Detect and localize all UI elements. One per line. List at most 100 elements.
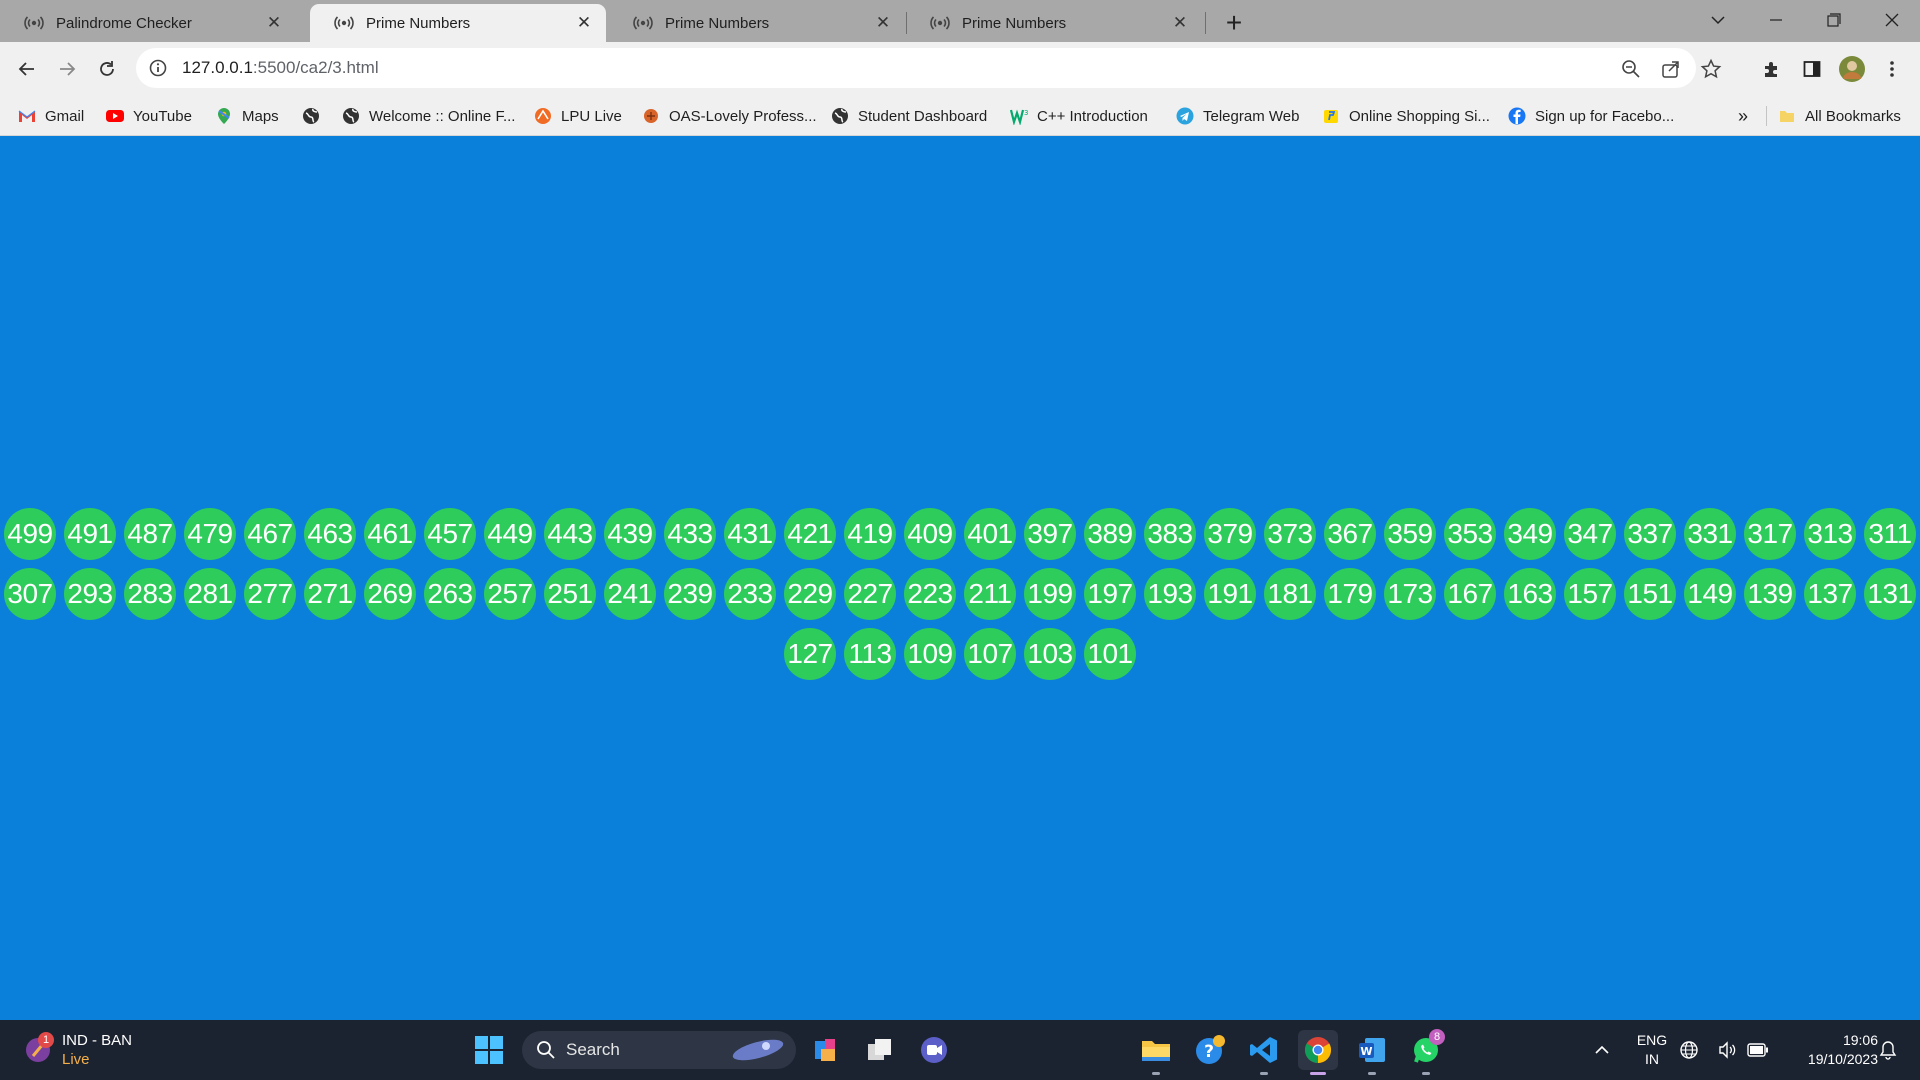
copilot-icon — [815, 1039, 835, 1061]
tab-prime-numbers[interactable]: Prime Numbers ✕ — [609, 4, 905, 42]
battery-icon — [1747, 1043, 1768, 1057]
prime-number-circle: 251 — [544, 568, 596, 620]
browser-menu-button[interactable] — [1876, 53, 1908, 85]
close-tab-icon[interactable]: ✕ — [264, 13, 284, 33]
bookmark-welcome-online[interactable]: Welcome :: Online F... — [342, 104, 515, 128]
side-panel-icon — [1803, 61, 1821, 77]
bookmark-label: C++ Introduction — [1037, 107, 1148, 125]
new-tab-button[interactable]: + — [1219, 7, 1249, 38]
side-panel-button[interactable] — [1796, 53, 1828, 85]
prime-number-circle: 167 — [1444, 568, 1496, 620]
all-bookmarks-button[interactable]: All Bookmarks — [1778, 104, 1901, 128]
input-language-indicator[interactable]: ENG IN — [1630, 1031, 1674, 1069]
prime-number-circle: 181 — [1264, 568, 1316, 620]
show-hidden-icons-button[interactable] — [1582, 1030, 1622, 1070]
prime-number-circle: 139 — [1744, 568, 1796, 620]
extensions-button[interactable] — [1756, 53, 1788, 85]
taskbar-whatsapp[interactable]: 8 — [1406, 1029, 1446, 1070]
tab-palindrome-checker[interactable]: Palindrome Checker ✕ — [0, 4, 296, 42]
bookmark-youtube[interactable]: YouTube — [106, 104, 192, 128]
facebook-icon — [1508, 107, 1526, 125]
prime-number-circle: 409 — [904, 508, 956, 560]
bookmarks-overflow-button[interactable]: » — [1738, 104, 1748, 128]
search-icon — [537, 1041, 555, 1059]
globe-icon — [832, 108, 848, 124]
prime-number-circle: 283 — [124, 568, 176, 620]
cricket-icon: 1 — [24, 1032, 54, 1064]
bookmark-telegram-web[interactable]: Telegram Web — [1176, 104, 1299, 128]
prime-number-circle: 281 — [184, 568, 236, 620]
tab-prime-numbers[interactable]: Prime Numbers ✕ — [906, 4, 1202, 42]
prime-number-circle: 107 — [964, 628, 1016, 680]
active-indicator — [1310, 1072, 1326, 1075]
prime-number-circle: 199 — [1024, 568, 1076, 620]
live-score-widget[interactable]: 1 IND - BAN Live — [24, 1030, 132, 1070]
prime-number-circle: 269 — [364, 568, 416, 620]
flipkart-icon — [1324, 110, 1338, 123]
prime-number-circle: 467 — [244, 508, 296, 560]
restore-button[interactable] — [1806, 0, 1862, 40]
taskbar-task-view[interactable] — [860, 1030, 900, 1070]
bookmark-oas-lpu[interactable]: OAS-Lovely Profess... — [642, 104, 817, 128]
prime-number-circle: 241 — [604, 568, 656, 620]
bookmark-cpp-introduction[interactable]: 3 C++ Introduction — [1010, 104, 1148, 128]
close-tab-icon[interactable]: ✕ — [873, 13, 893, 33]
help-icon: ? — [1196, 1035, 1225, 1064]
profile-avatar[interactable] — [1836, 53, 1868, 85]
taskbar-file-explorer[interactable] — [1136, 1030, 1176, 1070]
telegram-icon — [1176, 107, 1194, 125]
reload-button[interactable] — [91, 53, 123, 85]
volume-button[interactable] — [1716, 1030, 1738, 1070]
chevron-up-icon — [1595, 1045, 1609, 1054]
taskbar-teams-meet[interactable] — [914, 1030, 954, 1070]
bookmark-gmail[interactable]: Gmail — [18, 104, 84, 128]
prime-number-circle: 433 — [664, 508, 716, 560]
prime-number-circle: 317 — [1744, 508, 1796, 560]
battery-button[interactable] — [1746, 1030, 1770, 1070]
site-info-icon[interactable] — [148, 58, 168, 78]
bookmark-student-dashboard[interactable]: Student Dashboard — [831, 104, 987, 128]
tab-prime-numbers-active[interactable]: Prime Numbers ✕ — [310, 4, 606, 42]
taskbar-get-help[interactable]: ? — [1190, 1030, 1230, 1070]
bookmark-label: Sign up for Facebo... — [1535, 107, 1675, 125]
clock[interactable]: 19:06 19/10/2023 — [1782, 1031, 1878, 1069]
close-tab-icon[interactable]: ✕ — [1170, 13, 1190, 33]
taskbar-word[interactable]: W — [1352, 1030, 1392, 1070]
bookmark-maps[interactable]: Maps — [215, 104, 279, 128]
address-bar[interactable]: 127.0.0.1:5500/ca2/3.html — [136, 48, 1722, 88]
close-window-button[interactable] — [1864, 0, 1920, 40]
forward-button[interactable] — [51, 53, 83, 85]
globe-icon — [303, 108, 319, 124]
clock-date: 19/10/2023 — [1807, 1051, 1878, 1067]
bookmark-lpu-live[interactable]: LPU Live — [534, 104, 622, 128]
prime-number-circle: 487 — [124, 508, 176, 560]
taskbar-vscode[interactable] — [1244, 1030, 1284, 1070]
whatsapp-badge: 8 — [1429, 1029, 1445, 1045]
network-button[interactable] — [1678, 1030, 1700, 1070]
start-button[interactable] — [469, 1030, 509, 1070]
close-tab-icon[interactable]: ✕ — [574, 13, 594, 33]
prime-number-circle: 173 — [1384, 568, 1436, 620]
back-button[interactable] — [11, 53, 43, 85]
bookmark-facebook-signup[interactable]: Sign up for Facebo... — [1508, 104, 1674, 128]
taskbar-chrome[interactable] — [1298, 1030, 1338, 1070]
prime-number-circle: 331 — [1684, 508, 1736, 560]
minimize-button[interactable] — [1748, 0, 1804, 40]
bookmark-star-icon[interactable] — [1700, 58, 1722, 80]
tab-search-chevron-icon[interactable] — [1690, 0, 1746, 40]
taskbar-search-box[interactable]: Search — [522, 1031, 796, 1069]
prime-number-circle: 239 — [664, 568, 716, 620]
prime-number-circle: 373 — [1264, 508, 1316, 560]
running-indicator — [1422, 1072, 1430, 1075]
share-icon[interactable] — [1660, 58, 1682, 80]
zoom-icon[interactable] — [1620, 58, 1642, 80]
bookmark-online-shopping[interactable]: Online Shopping Si... — [1322, 104, 1490, 128]
taskbar-copilot[interactable] — [806, 1030, 846, 1070]
notifications-button[interactable] — [1876, 1030, 1900, 1070]
broadcast-favicon-icon — [334, 16, 354, 30]
reload-icon — [100, 61, 114, 76]
prime-number-circle: 193 — [1144, 568, 1196, 620]
bookmark-label: Maps — [242, 107, 279, 125]
prime-number-circle: 151 — [1624, 568, 1676, 620]
bookmark-globe[interactable] — [302, 104, 329, 128]
